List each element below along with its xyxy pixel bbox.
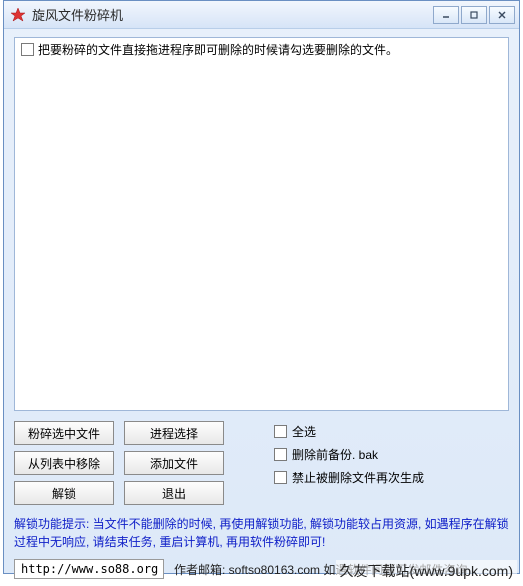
- titlebar[interactable]: 旋风文件粉碎机: [4, 1, 519, 29]
- window-controls: [433, 6, 515, 24]
- select-all-checkbox[interactable]: 全选: [274, 423, 424, 440]
- checkbox-icon: [274, 471, 287, 484]
- add-file-button[interactable]: 添加文件: [124, 451, 224, 475]
- window-title: 旋风文件粉碎机: [32, 5, 433, 24]
- minimize-button[interactable]: [433, 6, 459, 24]
- button-grid: 粉碎选中文件 进程选择 从列表中移除 添加文件 解锁 退出: [14, 421, 224, 505]
- list-header-text: 把要粉碎的文件直接拖进程序即可删除的时候请勾选要删除的文件。: [38, 41, 398, 58]
- unlock-button[interactable]: 解锁: [14, 481, 114, 505]
- unlock-hint: 解锁功能提示: 当文件不能删除的时候, 再使用解锁功能, 解锁功能较占用资源, …: [14, 515, 509, 551]
- shred-selected-button[interactable]: 粉碎选中文件: [14, 421, 114, 445]
- controls-row: 粉碎选中文件 进程选择 从列表中移除 添加文件 解锁 退出 全选 删除前备份. …: [14, 421, 509, 505]
- watermark: 久友下载站(www.9upk.com): [336, 560, 517, 582]
- client-area: 把要粉碎的文件直接拖进程序即可删除的时候请勾选要删除的文件。 粉碎选中文件 进程…: [4, 29, 519, 573]
- file-list[interactable]: [14, 61, 509, 411]
- checkbox-icon: [274, 425, 287, 438]
- backup-before-delete-checkbox[interactable]: 删除前备份. bak: [274, 446, 424, 463]
- prevent-regen-label: 禁止被删除文件再次生成: [292, 469, 424, 486]
- close-button[interactable]: [489, 6, 515, 24]
- exit-button[interactable]: 退出: [124, 481, 224, 505]
- url-box[interactable]: http://www.so88.org: [14, 559, 164, 579]
- backup-label: 删除前备份. bak: [292, 446, 378, 463]
- app-icon: [10, 7, 26, 23]
- prevent-regen-checkbox[interactable]: 禁止被删除文件再次生成: [274, 469, 424, 486]
- select-all-label: 全选: [292, 423, 316, 440]
- checkbox-icon: [274, 448, 287, 461]
- list-header[interactable]: 把要粉碎的文件直接拖进程序即可删除的时候请勾选要删除的文件。: [14, 37, 509, 61]
- header-checkbox[interactable]: [21, 43, 34, 56]
- process-select-button[interactable]: 进程选择: [124, 421, 224, 445]
- maximize-button[interactable]: [461, 6, 487, 24]
- app-window: 旋风文件粉碎机 把要粉碎的文件直接拖进程序即可删除的时候请勾选要删除的文件。 粉…: [3, 0, 520, 574]
- remove-from-list-button[interactable]: 从列表中移除: [14, 451, 114, 475]
- checkbox-group: 全选 删除前备份. bak 禁止被删除文件再次生成: [274, 421, 424, 505]
